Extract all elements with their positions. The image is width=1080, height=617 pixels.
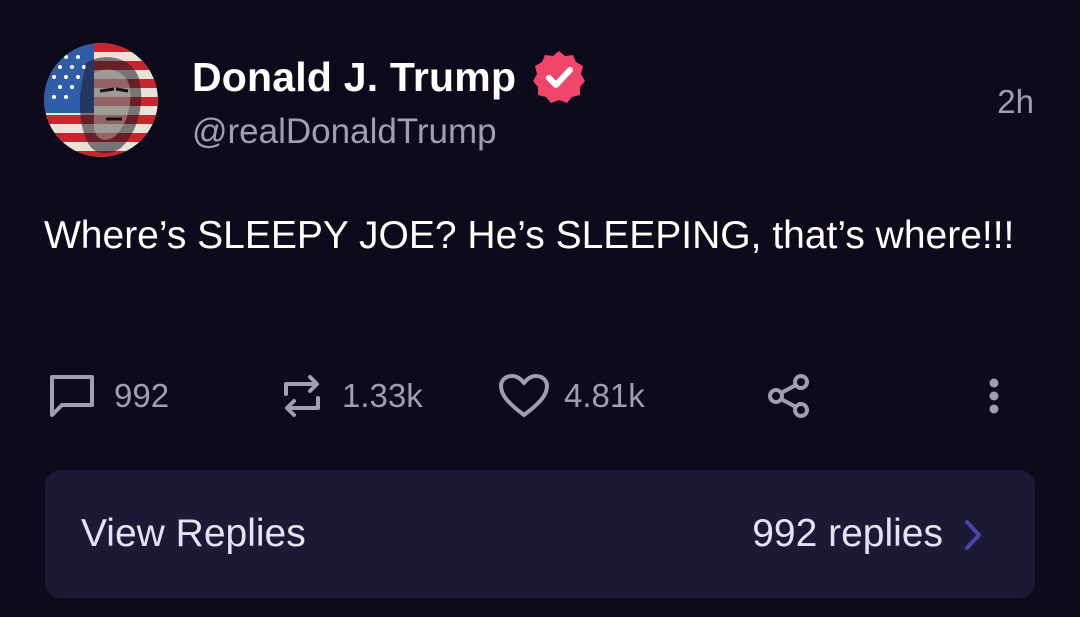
post-actions-bar: 992 1.33k 4.81k xyxy=(44,370,1036,422)
view-replies-label: View Replies xyxy=(81,512,306,555)
reply-count: 992 xyxy=(114,377,170,414)
view-replies-card[interactable]: View Replies 992 replies xyxy=(45,470,1035,598)
replies-count-text: 992 replies xyxy=(752,512,943,555)
chevron-right-icon xyxy=(965,520,981,550)
author-display-name[interactable]: Donald J. Trump xyxy=(192,54,516,101)
post-card: Donald J. Trump @realDonaldTrump 2h Wher… xyxy=(0,0,1080,617)
flag-portrait-avatar-icon xyxy=(44,43,158,157)
like-button[interactable]: 4.81k xyxy=(498,370,645,422)
share-button[interactable] xyxy=(766,370,812,422)
more-options-button[interactable] xyxy=(984,370,1004,422)
heart-icon xyxy=(499,374,549,417)
share-icon xyxy=(768,374,809,418)
author-avatar[interactable] xyxy=(44,43,158,157)
more-vertical-icon xyxy=(989,378,999,414)
author-name-row: Donald J. Trump xyxy=(192,51,588,103)
verified-badge-icon xyxy=(530,48,588,106)
like-count: 4.81k xyxy=(564,377,645,414)
repost-count: 1.33k xyxy=(342,377,423,414)
post-timestamp: 2h xyxy=(997,83,1034,120)
post-body-text: Where’s SLEEPY JOE? He’s SLEEPING, that’… xyxy=(44,214,1015,257)
repost-button[interactable]: 1.33k xyxy=(280,370,423,422)
comment-icon xyxy=(50,375,94,417)
author-handle[interactable]: @realDonaldTrump xyxy=(192,112,497,152)
repost-icon xyxy=(284,375,320,417)
reply-button[interactable]: 992 xyxy=(48,370,169,422)
